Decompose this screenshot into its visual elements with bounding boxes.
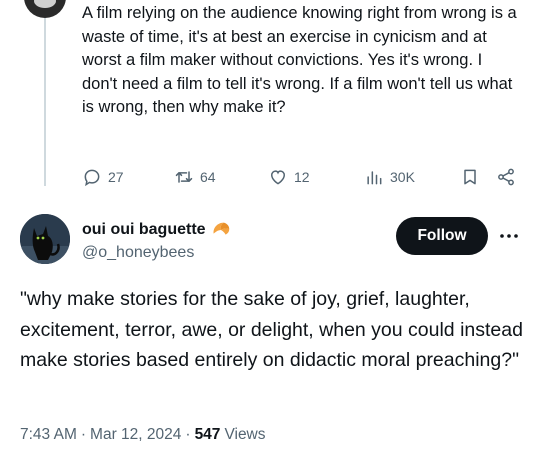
reply-count: 27 — [108, 169, 124, 185]
repost-icon — [175, 171, 193, 183]
heart-icon — [270, 170, 286, 185]
more-options-icon[interactable] — [498, 226, 520, 246]
author-name[interactable]: oui oui baguette — [82, 221, 206, 239]
croissant-icon — [213, 222, 229, 235]
author-handle[interactable]: @o_honeybees — [82, 244, 194, 262]
replier-avatar[interactable] — [24, 0, 66, 18]
bookmark-button[interactable] — [460, 165, 480, 189]
author-avatar[interactable] — [20, 214, 70, 264]
like-button[interactable]: 12 — [268, 165, 310, 189]
repost-count: 64 — [200, 169, 216, 185]
bookmark-icon — [464, 169, 476, 185]
views-count: 30K — [390, 169, 415, 185]
black-cat-avatar-image — [20, 214, 70, 264]
meta-separator: · — [185, 426, 191, 443]
repost-button[interactable]: 64 — [174, 165, 216, 189]
reply-button[interactable]: 27 — [82, 165, 124, 189]
share-button[interactable] — [496, 165, 516, 189]
tweet-views-count: 547 — [194, 426, 221, 443]
analytics-icon — [367, 171, 382, 185]
meta-separator: · — [80, 426, 87, 443]
tweet-metadata: 7:43 AM · Mar 12, 2024 · 547 Views — [20, 426, 266, 444]
author-name-row: oui oui baguette — [82, 219, 232, 241]
tweet-text: "why make stories for the sake of joy, g… — [20, 288, 523, 371]
tweet-date[interactable]: Mar 12, 2024 — [90, 426, 181, 444]
thread-line — [44, 18, 46, 186]
like-count: 12 — [294, 169, 310, 185]
comment-icon — [84, 169, 100, 187]
tweet-time[interactable]: 7:43 AM — [20, 426, 77, 444]
tweet-views-label: Views — [224, 426, 266, 443]
reply-action-bar: 27 64 12 30K — [82, 165, 522, 189]
share-icon — [498, 168, 514, 186]
follow-button[interactable]: Follow — [396, 217, 488, 255]
views-button[interactable]: 30K — [364, 165, 415, 189]
reply-text: A film relying on the audience knowing r… — [82, 4, 517, 116]
